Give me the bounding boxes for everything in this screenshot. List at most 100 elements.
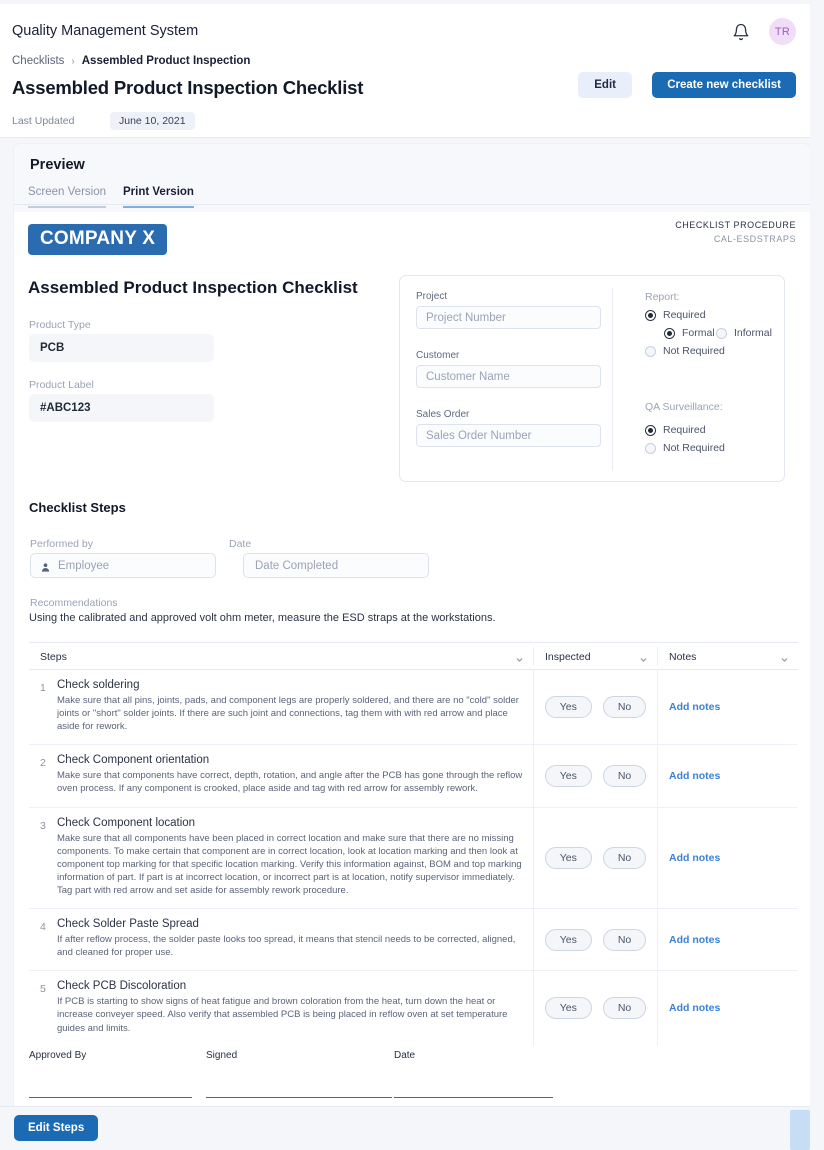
- procedure-code: CAL-ESDSTRAPS: [713, 234, 796, 244]
- add-notes-link[interactable]: Add notes: [669, 934, 720, 946]
- bell-icon[interactable]: [732, 23, 750, 41]
- inspected-no-button[interactable]: No: [602, 764, 647, 787]
- inspected-no-button[interactable]: No: [602, 997, 647, 1020]
- signature-label: Signed: [206, 1050, 238, 1061]
- radio-report-formal[interactable]: Formal: [664, 327, 715, 339]
- cell-notes: Add notes: [657, 909, 798, 971]
- tab-screen-version[interactable]: Screen Version: [28, 186, 106, 208]
- cell-inspected: Yes No: [533, 670, 657, 745]
- vertical-scrollbar-track[interactable]: [810, 0, 824, 1150]
- table-header-row: Steps Inspected Notes: [29, 643, 798, 670]
- chevron-down-icon[interactable]: [515, 652, 524, 662]
- step-number: 1: [40, 682, 46, 694]
- signature-date: Date: [394, 1050, 553, 1098]
- chevron-down-icon[interactable]: [639, 652, 648, 662]
- date-completed-input[interactable]: [243, 553, 429, 578]
- scrollbar-thumb[interactable]: [790, 1110, 810, 1150]
- edit-steps-button[interactable]: Edit Steps: [14, 1115, 99, 1141]
- project-input[interactable]: [416, 306, 601, 329]
- customer-label: Customer: [416, 350, 460, 361]
- project-label: Project: [416, 291, 448, 302]
- app-title: Quality Management System: [12, 23, 199, 39]
- column-label: Notes: [669, 651, 697, 663]
- product-type-value: PCB: [29, 334, 214, 362]
- inspected-yes-button[interactable]: Yes: [544, 764, 592, 787]
- add-notes-link[interactable]: Add notes: [669, 852, 720, 864]
- radio-qa-not-required[interactable]: Not Required: [645, 442, 725, 454]
- step-title: Check PCB Discoloration: [57, 980, 187, 993]
- column-header-steps[interactable]: Steps: [29, 647, 533, 665]
- preview-panel: Preview Screen Version Print Version COM…: [14, 144, 810, 1106]
- chevron-down-icon[interactable]: [780, 652, 789, 662]
- radio-icon: [645, 424, 656, 436]
- bottom-action-bar: Edit Steps: [0, 1106, 810, 1150]
- sales-order-input[interactable]: [416, 424, 601, 447]
- signature-label: Approved By: [29, 1050, 87, 1061]
- step-title: Check soldering: [57, 679, 140, 691]
- radio-report-not-required[interactable]: Not Required: [645, 345, 725, 357]
- table-row: 3 Check Component location Make sure that …: [29, 807, 798, 910]
- performed-by-label: Performed by: [30, 538, 94, 550]
- inspected-yes-button[interactable]: Yes: [544, 846, 592, 869]
- column-label: Inspected: [545, 651, 591, 663]
- signature-signed: Signed: [206, 1050, 392, 1098]
- cell-notes: Add notes: [657, 745, 798, 807]
- inspected-yes-button[interactable]: Yes: [544, 928, 592, 951]
- cell-inspected: Yes No: [533, 971, 657, 1046]
- breadcrumb-parent[interactable]: Checklists: [12, 55, 64, 67]
- column-header-inspected[interactable]: Inspected: [533, 647, 657, 665]
- radio-icon: [664, 327, 675, 339]
- cell-notes: Add notes: [657, 807, 798, 909]
- create-new-checklist-button[interactable]: Create new checklist: [652, 72, 796, 98]
- radio-label: Informal: [734, 327, 772, 339]
- inspected-no-button[interactable]: No: [602, 846, 647, 869]
- app-root: Quality Management System TR Checklists …: [0, 0, 824, 1150]
- radio-icon: [645, 345, 656, 357]
- cell-steps: 1 Check soldering Make sure that all pins,…: [29, 670, 533, 744]
- column-header-notes[interactable]: Notes: [657, 647, 798, 665]
- inspected-yes-button[interactable]: Yes: [544, 696, 592, 719]
- step-title: Check Solder Paste Spread: [57, 918, 199, 931]
- breadcrumb-separator-icon: ›: [71, 55, 75, 67]
- radio-label: Not Required: [663, 442, 725, 454]
- step-number: 5: [40, 983, 46, 996]
- qa-group-title: QA Surveillance:: [645, 401, 723, 413]
- signature-approved-by: Approved By: [29, 1050, 192, 1098]
- document-title: Assembled Product Inspection Checklist: [28, 278, 358, 297]
- add-notes-link[interactable]: Add notes: [669, 1002, 720, 1014]
- radio-report-informal[interactable]: Informal: [716, 327, 772, 339]
- card-divider: [612, 288, 613, 471]
- inspected-no-button[interactable]: No: [602, 928, 647, 951]
- step-description: Make sure that all pins, joints, pads, a…: [57, 695, 519, 733]
- step-description: If after reflow process, the solder past…: [57, 934, 516, 959]
- table-row: 4 Check Solder Paste Spread If after reflo…: [29, 909, 798, 972]
- date-completed-label: Date: [229, 538, 252, 550]
- edit-button[interactable]: Edit: [578, 72, 632, 98]
- customer-input[interactable]: [416, 365, 601, 388]
- radio-report-required[interactable]: Required: [645, 309, 706, 321]
- radio-qa-required[interactable]: Required: [645, 424, 706, 436]
- checklist-steps-heading: Checklist Steps: [29, 500, 126, 515]
- radio-label: Required: [663, 424, 706, 436]
- person-icon: [40, 560, 51, 572]
- add-notes-link[interactable]: Add notes: [669, 770, 720, 782]
- add-notes-link[interactable]: Add notes: [669, 701, 720, 713]
- radio-label: Formal: [682, 327, 715, 339]
- radio-icon: [645, 309, 656, 321]
- avatar[interactable]: TR: [769, 18, 796, 45]
- inspected-no-button[interactable]: No: [602, 696, 647, 719]
- signature-label: Date: [394, 1050, 416, 1061]
- product-type-label: Product Type: [29, 319, 91, 331]
- app-header: Quality Management System TR Checklists …: [0, 4, 810, 138]
- inspected-yes-button[interactable]: Yes: [544, 997, 592, 1020]
- table-row: 1 Check soldering Make sure that all pins,…: [29, 670, 798, 746]
- breadcrumb: Checklists › Assembled Product Inspectio…: [12, 55, 250, 67]
- step-number: 2: [40, 757, 46, 770]
- tab-print-version[interactable]: Print Version: [123, 186, 194, 208]
- performed-by-field[interactable]: [30, 553, 216, 578]
- breadcrumb-current: Assembled Product Inspection: [81, 55, 251, 67]
- signature-line: [206, 1097, 392, 1098]
- signature-line: [394, 1097, 553, 1098]
- performed-by-input[interactable]: [58, 554, 208, 577]
- preview-heading: Preview: [30, 157, 85, 173]
